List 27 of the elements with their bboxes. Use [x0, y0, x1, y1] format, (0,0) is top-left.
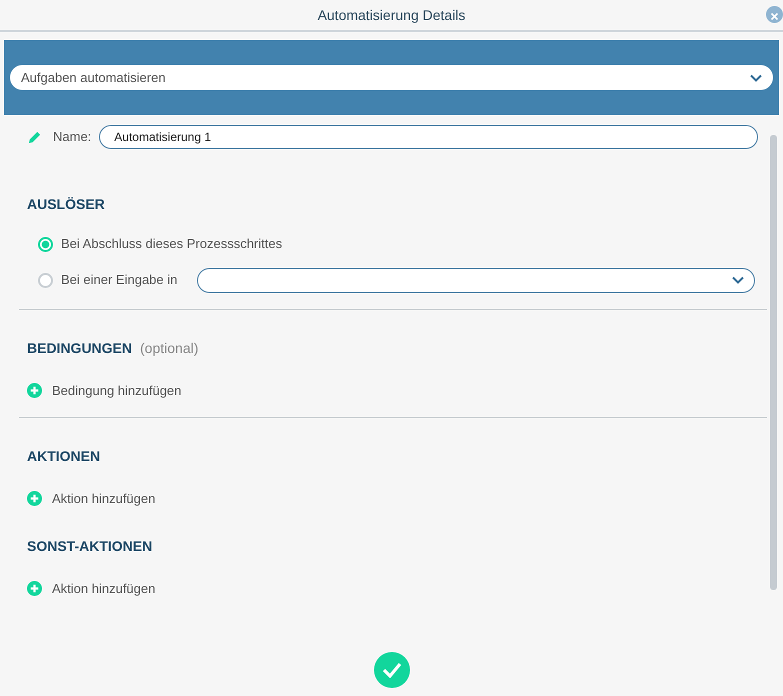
radio-button[interactable]: [38, 272, 53, 288]
radio-label: Bei einer Eingabe in: [61, 271, 178, 290]
pencil-icon: [27, 130, 42, 144]
plus-circle-icon: [27, 581, 42, 596]
chevron-down-icon: [732, 276, 744, 284]
close-button[interactable]: [766, 6, 783, 23]
section-heading: AKTIONEN: [27, 446, 100, 466]
name-input[interactable]: Automatisierung 1: [99, 125, 758, 149]
add-button[interactable]: Aktion hinzufügen: [27, 488, 156, 508]
window-title: Automatisierung Details: [318, 7, 466, 23]
section-heading: AUSLÖSER: [27, 195, 105, 214]
scrollbar[interactable]: [770, 135, 777, 590]
name-label: Name:: [53, 128, 92, 146]
template-dropdown[interactable]: Aufgaben automatisieren: [10, 65, 773, 90]
add-button[interactable]: Bedingung hinzufügen: [27, 381, 182, 400]
add-button[interactable]: Aktion hinzufügen: [27, 579, 156, 598]
input-dropdown[interactable]: [197, 268, 755, 292]
chevron-down-icon: [750, 74, 762, 82]
checkmark-icon: [382, 662, 402, 678]
plus-circle-icon: [27, 490, 42, 506]
optional-note: (optional): [140, 339, 198, 358]
confirm-button[interactable]: [374, 652, 410, 688]
section-heading: BEDINGUNGEN: [27, 339, 132, 358]
radio-label: Bei Abschluss dieses Prozessschrittes: [61, 235, 282, 254]
radio-button[interactable]: [38, 236, 53, 252]
section-heading: SONST-AKTIONEN: [27, 537, 152, 556]
plus-circle-icon: [27, 383, 42, 398]
